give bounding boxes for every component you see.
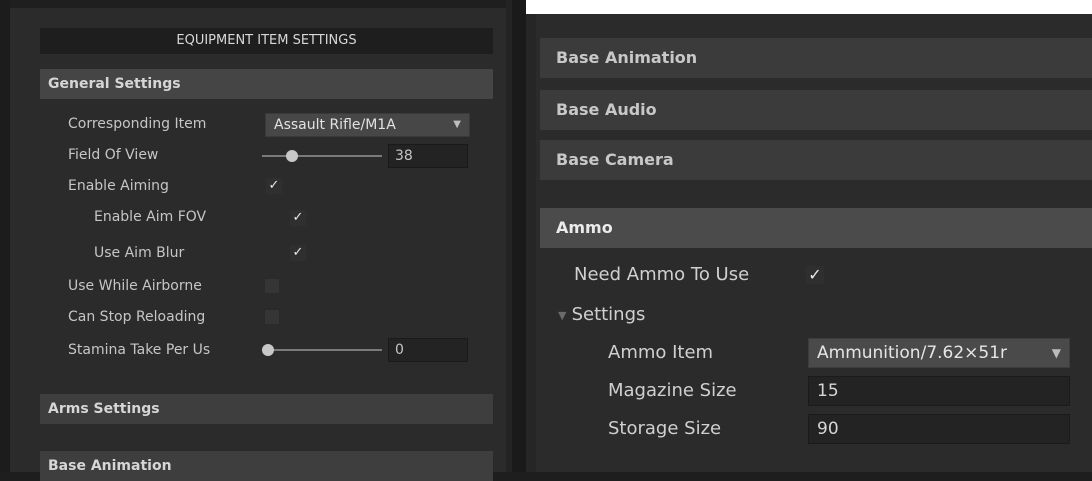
equipment-item-settings-header: EQUIPMENT ITEM SETTINGS [40,28,493,54]
ammo-item-label: Ammo Item [608,342,714,363]
settings-foldout[interactable]: ▼ Settings [558,304,645,325]
magazine-size-input[interactable]: 15 [808,376,1070,406]
arms-settings-foldout[interactable]: Arms Settings [40,394,493,424]
need-ammo-label: Need Ammo To Use [574,264,750,285]
enable-aim-fov-label: Enable Aim FOV [94,209,207,225]
stamina-label: Stamina Take Per Us [68,342,211,358]
use-while-airborne-label: Use While Airborne [68,278,202,294]
stamina-input[interactable]: 0 [388,338,468,362]
can-stop-reloading-checkbox[interactable] [264,309,280,325]
settings-label: Settings [571,304,646,325]
field-of-view-label: Field Of View [68,147,159,163]
ammo-foldout[interactable]: Ammo [540,208,1092,248]
foldout-arrow-icon: ▼ [558,309,567,322]
enable-aim-fov-checkbox[interactable]: ✓ [290,210,306,226]
right-top-bar [526,0,1092,14]
stamina-slider[interactable] [262,340,382,360]
slider-track [262,155,382,157]
can-stop-reloading-label: Can Stop Reloading [68,309,206,325]
general-settings-foldout[interactable]: General Settings [40,69,493,99]
corresponding-item-dropdown[interactable]: Assault Rifle/M1A ▼ [265,113,470,137]
panel-gap [512,0,526,472]
ammo-item-value: Ammunition/7.62×51r [817,343,1008,363]
chevron-down-icon: ▼ [1051,346,1061,360]
slider-track [262,349,382,351]
magazine-size-label: Magazine Size [608,380,737,401]
ammo-item-dropdown[interactable]: Ammunition/7.62×51r ▼ [808,338,1070,368]
base-camera-foldout[interactable]: Base Camera [540,140,1092,180]
right-edge-strip [526,14,536,472]
corresponding-item-value: Assault Rifle/M1A [274,117,396,133]
enable-aiming-checkbox[interactable]: ✓ [266,178,282,194]
slider-knob[interactable] [262,344,274,356]
chevron-down-icon: ▼ [453,119,461,130]
left-edge-strip [0,0,10,472]
use-while-airborne-checkbox[interactable] [264,278,280,294]
check-icon: ✓ [292,245,304,260]
base-audio-foldout[interactable]: Base Audio [540,90,1092,130]
check-icon: ✓ [292,210,304,225]
field-of-view-slider[interactable] [262,146,382,166]
use-aim-blur-label: Use Aim Blur [94,245,185,261]
check-icon: ✓ [808,265,822,284]
storage-size-input[interactable]: 90 [808,414,1070,444]
corresponding-item-label: Corresponding Item [68,116,207,132]
slider-knob[interactable] [285,150,298,162]
base-animation-foldout[interactable]: Base Animation [540,38,1092,78]
storage-size-label: Storage Size [608,418,722,439]
enable-aiming-label: Enable Aiming [68,178,169,194]
field-of-view-input[interactable]: 38 [388,144,468,168]
left-top-bar [10,0,512,8]
base-animation-foldout-left[interactable]: Base Animation [40,451,493,481]
need-ammo-checkbox[interactable]: ✓ [806,266,824,284]
use-aim-blur-checkbox[interactable]: ✓ [290,245,306,261]
check-icon: ✓ [268,178,280,193]
